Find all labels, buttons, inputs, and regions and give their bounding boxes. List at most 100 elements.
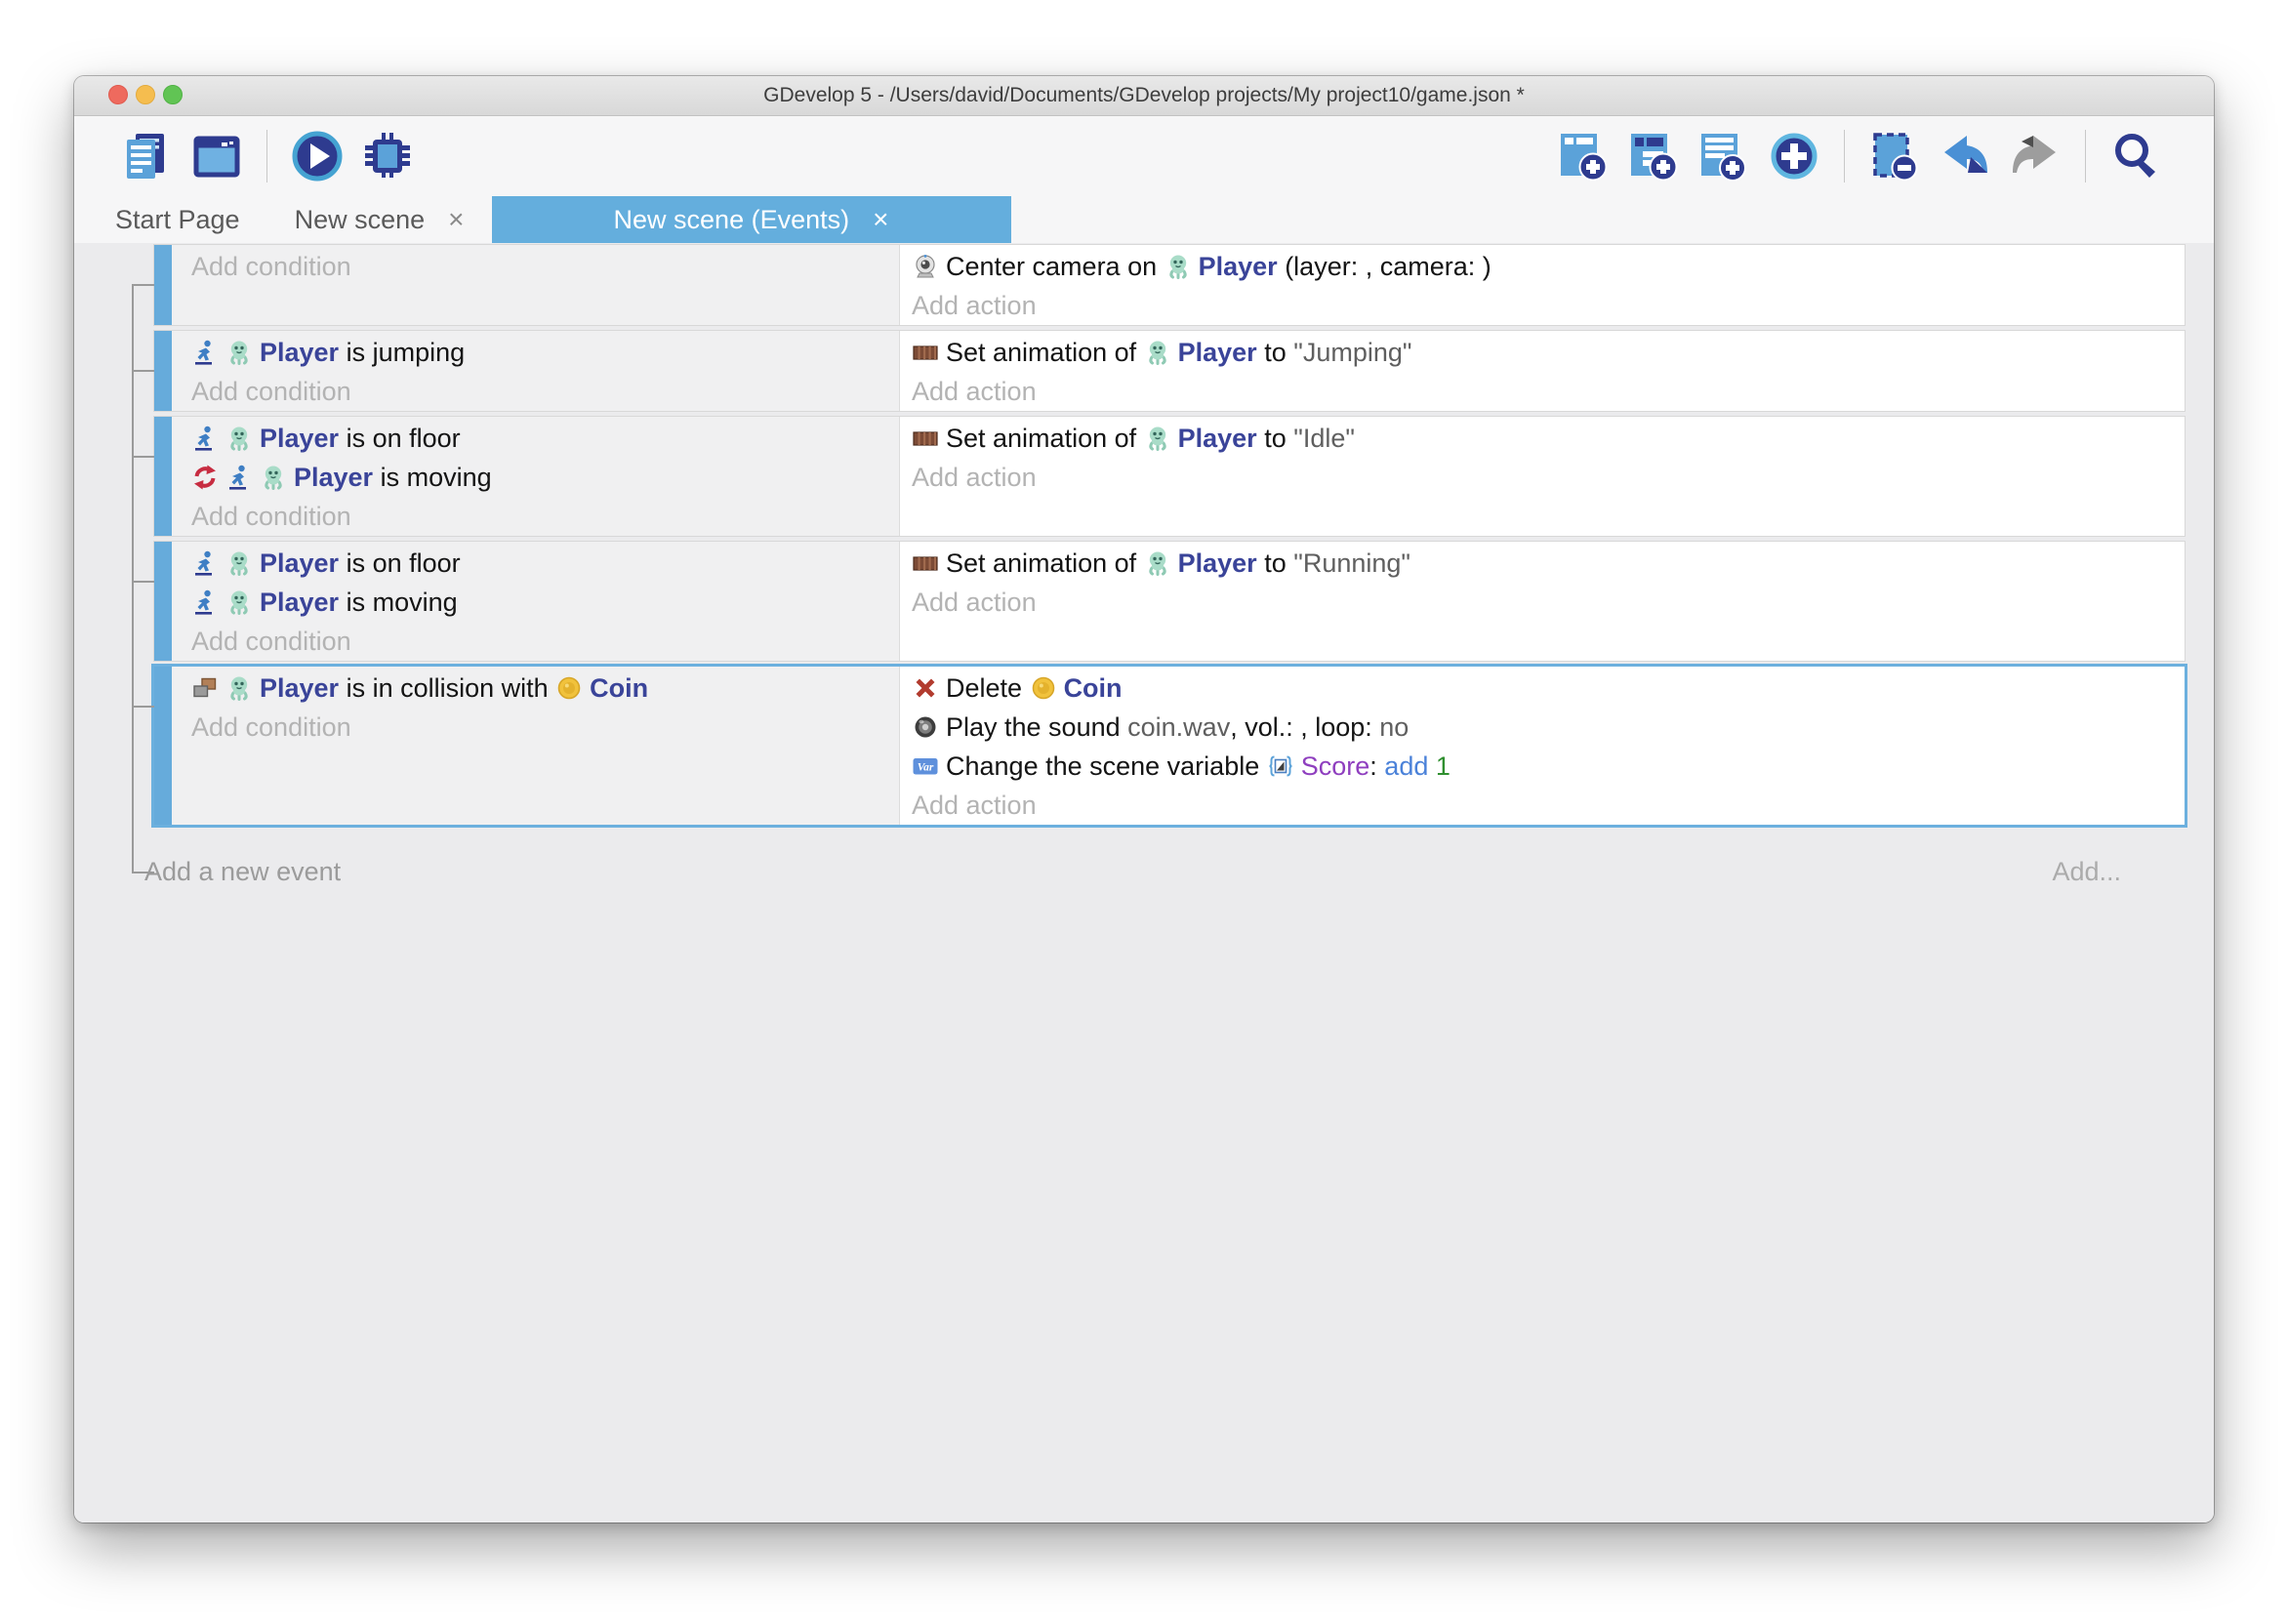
event-instruction[interactable]: Play the sound coin.wav, vol.: , loop: n…: [912, 708, 2185, 747]
tree-line: [132, 284, 154, 286]
toolbar-left-group: [119, 128, 415, 184]
search-button[interactable]: [2108, 129, 2163, 183]
scene-editor-button[interactable]: [189, 129, 244, 183]
event-instruction[interactable]: Set animation of Player to "Idle": [912, 419, 2185, 458]
actions-cell[interactable]: Set animation of Player to "Idle"Add act…: [900, 417, 2185, 536]
conditions-cell[interactable]: Player is in collision with CoinAdd cond…: [172, 667, 900, 825]
event-instruction[interactable]: VarChange the scene variable Score: add …: [912, 747, 2185, 786]
coin-object-icon: [555, 674, 583, 702]
conditions-cell[interactable]: Player is jumpingAdd condition: [172, 331, 900, 411]
event-instruction[interactable]: Player is moving: [191, 583, 899, 622]
add-action-button[interactable]: Add action: [912, 786, 2185, 825]
instruction-text: add: [1384, 751, 1428, 782]
event-drag-bar[interactable]: [154, 245, 172, 325]
add-circle-button[interactable]: [1767, 129, 1821, 183]
sound-icon: [912, 713, 939, 741]
actions-cell[interactable]: Center camera on Player (layer: , camera…: [900, 245, 2185, 325]
instruction-text: "Idle": [1293, 424, 1355, 454]
add-condition-button[interactable]: Add condition: [191, 622, 899, 661]
actions-cell[interactable]: Delete CoinPlay the sound coin.wav, vol.…: [900, 667, 2185, 825]
event-row[interactable]: Player is in collision with CoinAdd cond…: [154, 667, 2185, 825]
event-drag-bar[interactable]: [154, 667, 172, 825]
event-instruction[interactable]: Player is jumping: [191, 333, 899, 372]
zoom-window-button[interactable]: [163, 85, 183, 104]
event-row[interactable]: Player is on floorPlayer is movingAdd co…: [154, 417, 2185, 536]
variable-icon: Var: [912, 752, 939, 780]
event-instruction[interactable]: Player is in collision with Coin: [191, 669, 899, 708]
delete-icon: [912, 674, 939, 702]
event-drag-bar[interactable]: [154, 542, 172, 661]
minimize-window-button[interactable]: [136, 85, 155, 104]
event-instruction[interactable]: Center camera on Player (layer: , camera…: [912, 247, 2185, 286]
event-instruction[interactable]: Delete Coin: [912, 669, 2185, 708]
actions-cell[interactable]: Set animation of Player to "Jumping"Add …: [900, 331, 2185, 411]
platformer-icon: [191, 425, 219, 452]
tab-close-icon[interactable]: ×: [873, 206, 888, 233]
add-new-event-button[interactable]: Add a new event: [144, 857, 341, 887]
event-drag-bar[interactable]: [154, 331, 172, 411]
project-manager-button[interactable]: [119, 129, 174, 183]
instruction-text: Player: [260, 673, 339, 704]
instruction-text: (layer: , camera: ): [1278, 252, 1491, 282]
redo-button[interactable]: [2008, 129, 2063, 183]
debug-button[interactable]: [360, 129, 415, 183]
add-condition-button[interactable]: Add condition: [191, 247, 899, 286]
instruction-text: is on floor: [339, 424, 461, 454]
tab-new-scene-events[interactable]: New scene (Events)×: [492, 196, 1011, 243]
undo-icon: [1938, 129, 1992, 183]
tab-start-page[interactable]: Start Page: [88, 196, 267, 243]
tab-close-icon[interactable]: ×: [448, 206, 464, 233]
add-button[interactable]: Add...: [2052, 857, 2121, 887]
event-instruction[interactable]: Player is on floor: [191, 544, 899, 583]
conditions-cell[interactable]: Add condition: [172, 245, 900, 325]
undo-button[interactable]: [1938, 129, 1992, 183]
title-bar[interactable]: GDevelop 5 - /Users/david/Documents/GDev…: [74, 76, 2214, 116]
add-subevent-button[interactable]: [1626, 129, 1681, 183]
tab-new-scene[interactable]: New scene×: [267, 196, 492, 243]
instruction-text: :: [1369, 751, 1384, 782]
toolbar-separator: [266, 130, 267, 183]
add-action-button[interactable]: Add action: [912, 286, 2185, 325]
add-condition-button[interactable]: Add condition: [191, 497, 899, 536]
event-instruction[interactable]: Set animation of Player to "Jumping": [912, 333, 2185, 372]
add-action-button[interactable]: Add action: [912, 583, 2185, 622]
scene-editor-icon: [189, 129, 244, 183]
delete-event-button[interactable]: [1867, 129, 1922, 183]
add-condition-button[interactable]: Add condition: [191, 708, 899, 747]
add-event-button[interactable]: [1556, 129, 1611, 183]
instruction-text: "Jumping": [1293, 338, 1411, 368]
instruction-text: Center camera on: [946, 252, 1164, 282]
event-instruction[interactable]: Player is moving: [191, 458, 899, 497]
svg-text:Var: Var: [918, 762, 934, 774]
close-window-button[interactable]: [108, 85, 128, 104]
tree-line: [132, 456, 154, 458]
event-instruction[interactable]: Set animation of Player to "Running": [912, 544, 2185, 583]
conditions-cell[interactable]: Player is on floorPlayer is movingAdd co…: [172, 542, 900, 661]
instruction-text: Player: [260, 588, 339, 618]
project-manager-icon: [119, 129, 174, 183]
event-row[interactable]: Player is jumpingAdd conditionSet animat…: [154, 331, 2185, 411]
play-button[interactable]: [290, 129, 345, 183]
event-drag-bar[interactable]: [154, 417, 172, 536]
conditions-cell[interactable]: Player is on floorPlayer is movingAdd co…: [172, 417, 900, 536]
event-instruction[interactable]: Player is on floor: [191, 419, 899, 458]
instruction-text: Player: [1178, 548, 1257, 579]
delete-event-icon: [1867, 129, 1922, 183]
event-row[interactable]: Player is on floorPlayer is movingAdd co…: [154, 542, 2185, 661]
platformer-icon: [191, 549, 219, 577]
player-object-icon: [1144, 549, 1171, 577]
actions-cell[interactable]: Set animation of Player to "Running"Add …: [900, 542, 2185, 661]
player-object-icon: [1164, 253, 1192, 280]
add-condition-button[interactable]: Add condition: [191, 372, 899, 411]
instruction-text: 1: [1436, 751, 1450, 782]
add-comment-button[interactable]: [1696, 129, 1751, 183]
event-row[interactable]: Add condition Center camera on Player (la…: [154, 245, 2185, 325]
tree-line: [132, 284, 134, 872]
camera-icon: [912, 253, 939, 280]
add-action-button[interactable]: Add action: [912, 458, 2185, 497]
toolbar-separator: [2085, 130, 2086, 183]
instruction-text: to: [1257, 548, 1294, 579]
instruction-text: Player: [294, 463, 373, 493]
add-action-button[interactable]: Add action: [912, 372, 2185, 411]
redo-icon: [2008, 129, 2063, 183]
